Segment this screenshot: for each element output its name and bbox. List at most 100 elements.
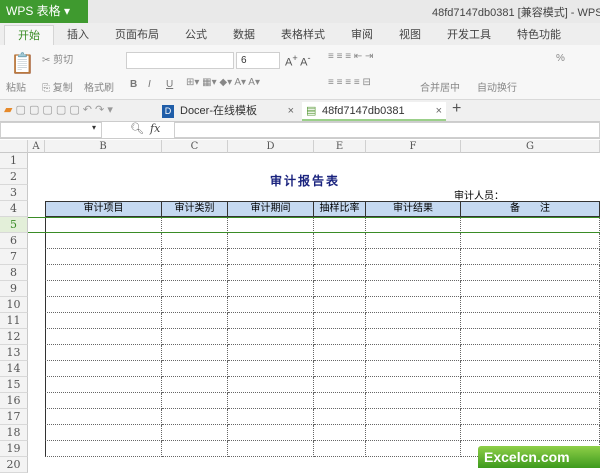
- cell[interactable]: [162, 409, 228, 425]
- font-size-select[interactable]: 6: [236, 52, 280, 69]
- cell[interactable]: [366, 393, 461, 409]
- cell[interactable]: [228, 409, 314, 425]
- tab-6[interactable]: 审阅: [338, 25, 386, 45]
- column-header-E[interactable]: E: [314, 140, 366, 153]
- cell[interactable]: [461, 377, 600, 393]
- tab-0[interactable]: 开始: [4, 25, 54, 45]
- cell[interactable]: [162, 297, 228, 313]
- cell[interactable]: [162, 281, 228, 297]
- row-header-2[interactable]: 2: [0, 169, 28, 185]
- cell[interactable]: [228, 425, 314, 441]
- cell[interactable]: [228, 233, 314, 249]
- cell[interactable]: [461, 281, 600, 297]
- cell[interactable]: [162, 425, 228, 441]
- cell[interactable]: [45, 281, 162, 297]
- cell[interactable]: [366, 361, 461, 377]
- wps-menu-button[interactable]: WPS 表格 ▾: [0, 0, 88, 23]
- column-header-G[interactable]: G: [461, 140, 600, 153]
- row-header-9[interactable]: 9: [0, 281, 28, 297]
- tab-2[interactable]: 页面布局: [102, 25, 172, 45]
- cell[interactable]: [45, 345, 162, 361]
- cell[interactable]: [366, 377, 461, 393]
- cell[interactable]: [366, 233, 461, 249]
- font-grow-icon[interactable]: A+ A-: [285, 53, 311, 69]
- tab-8[interactable]: 开发工具: [434, 25, 504, 45]
- cell[interactable]: [366, 217, 461, 233]
- cell[interactable]: [45, 361, 162, 377]
- cell[interactable]: [228, 329, 314, 345]
- column-header-F[interactable]: F: [366, 140, 461, 153]
- row-header-11[interactable]: 11: [0, 313, 28, 329]
- cell[interactable]: [461, 393, 600, 409]
- cell[interactable]: [228, 361, 314, 377]
- tab-1[interactable]: 插入: [54, 25, 102, 45]
- column-header-B[interactable]: B: [45, 140, 162, 153]
- cut-button[interactable]: ✂ 剪切: [42, 51, 73, 66]
- cell[interactable]: [366, 281, 461, 297]
- row-header-4[interactable]: 4: [0, 201, 28, 217]
- row-header-12[interactable]: 12: [0, 329, 28, 345]
- fx-icon[interactable]: fx: [150, 122, 160, 135]
- close-icon[interactable]: ×: [288, 102, 294, 121]
- cell[interactable]: [461, 233, 600, 249]
- cell[interactable]: [45, 217, 162, 233]
- border-icon[interactable]: ⊞▾ ▦▾ ◆▾ A▾ A▾: [186, 77, 260, 88]
- cell[interactable]: [461, 361, 600, 377]
- close-icon[interactable]: ×: [436, 102, 442, 121]
- cell[interactable]: [314, 329, 366, 345]
- row-header-1[interactable]: 1: [0, 153, 28, 169]
- row-header-7[interactable]: 7: [0, 249, 28, 265]
- zoom-icon[interactable]: 🔍︎: [130, 122, 144, 135]
- cell[interactable]: [162, 377, 228, 393]
- quick-access-icons[interactable]: ▰ ▢ ▢ ▢ ▢ ▢ ↶ ↷ ▾: [4, 103, 113, 116]
- cell[interactable]: [45, 393, 162, 409]
- cell[interactable]: [45, 329, 162, 345]
- paste-button[interactable]: 粘贴: [6, 79, 26, 94]
- cell[interactable]: [366, 329, 461, 345]
- row-header-5[interactable]: 5: [0, 217, 28, 233]
- cell[interactable]: [228, 345, 314, 361]
- cell[interactable]: [45, 425, 162, 441]
- cell[interactable]: [162, 345, 228, 361]
- cell[interactable]: [45, 249, 162, 265]
- cell[interactable]: [314, 249, 366, 265]
- cell[interactable]: [314, 265, 366, 281]
- tab-9[interactable]: 特色功能: [504, 25, 574, 45]
- cell[interactable]: [314, 297, 366, 313]
- cell[interactable]: [45, 265, 162, 281]
- percent-button[interactable]: %: [556, 53, 565, 64]
- row-header-13[interactable]: 13: [0, 345, 28, 361]
- copy-button[interactable]: ⎘ 复制: [42, 79, 73, 94]
- cell[interactable]: [228, 313, 314, 329]
- cell[interactable]: [314, 409, 366, 425]
- cell[interactable]: [461, 425, 600, 441]
- row-header-8[interactable]: 8: [0, 265, 28, 281]
- cell[interactable]: [45, 313, 162, 329]
- cell[interactable]: [366, 249, 461, 265]
- cell[interactable]: [366, 265, 461, 281]
- column-header-C[interactable]: C: [162, 140, 228, 153]
- row-header-3[interactable]: 3: [0, 185, 28, 201]
- cell[interactable]: [228, 217, 314, 233]
- align-top-icons[interactable]: ≡ ≡ ≡ ⇤ ⇥: [328, 51, 373, 62]
- cell[interactable]: [366, 313, 461, 329]
- row-header-18[interactable]: 18: [0, 425, 28, 441]
- cell[interactable]: [228, 393, 314, 409]
- cell[interactable]: [228, 441, 314, 457]
- row-header-17[interactable]: 17: [0, 409, 28, 425]
- cell[interactable]: [366, 441, 461, 457]
- cell[interactable]: [314, 425, 366, 441]
- cell[interactable]: [162, 249, 228, 265]
- row-header-16[interactable]: 16: [0, 393, 28, 409]
- cell[interactable]: [45, 441, 162, 457]
- cell[interactable]: [314, 393, 366, 409]
- cell[interactable]: [461, 265, 600, 281]
- cell[interactable]: [162, 233, 228, 249]
- italic-button[interactable]: I: [148, 79, 151, 90]
- cell[interactable]: [162, 265, 228, 281]
- cell[interactable]: [461, 345, 600, 361]
- paste-icon[interactable]: 📋: [10, 51, 35, 76]
- merge-center-button[interactable]: 合并居中: [420, 79, 460, 94]
- cell[interactable]: [461, 409, 600, 425]
- cell[interactable]: [461, 297, 600, 313]
